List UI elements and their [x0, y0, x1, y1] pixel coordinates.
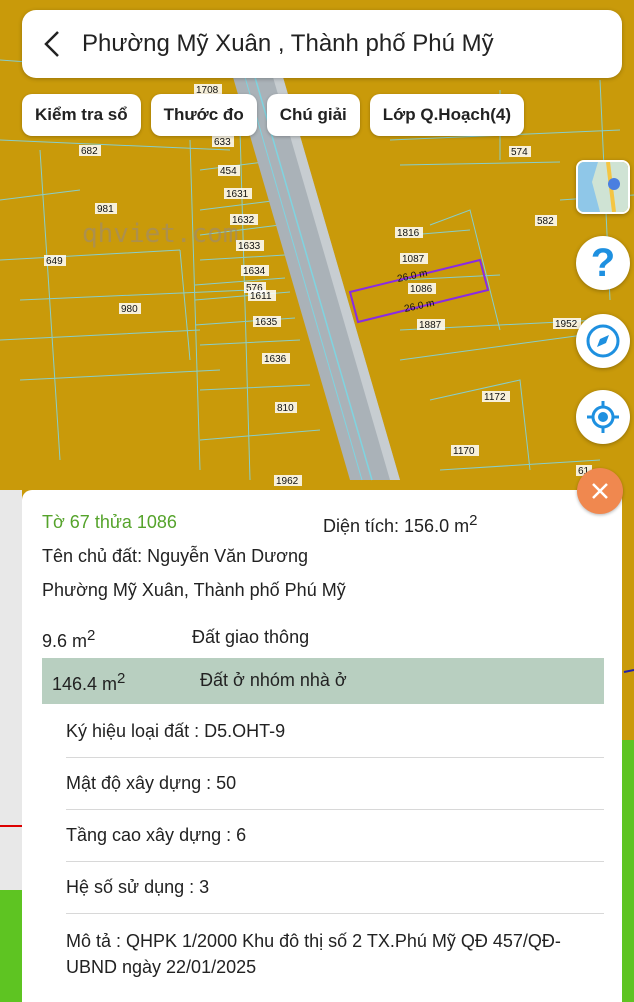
- parcel-number-label: 1633: [238, 241, 261, 252]
- parcel-number-label: 1952: [555, 319, 578, 330]
- parcel-number-label: 574: [511, 147, 528, 158]
- map-watermark: qhviet.com: [82, 219, 239, 249]
- chevron-left-icon: [44, 31, 59, 57]
- map-toolbar: Kiểm tra sổ Thước đo Chú giải Lớp Q.Hoạc…: [22, 94, 525, 136]
- parcel-number-label: 1634: [243, 266, 266, 277]
- owner-name: Tên chủ đất: Nguyễn Văn Dương: [42, 546, 309, 566]
- parcel-number-label: 1087: [402, 254, 425, 265]
- parcel-number-label: 1611: [250, 291, 272, 302]
- parcel-number-label: 1086: [410, 284, 433, 295]
- parcel-number-label: 1816: [397, 228, 420, 239]
- parcel-number-label: 1962: [276, 476, 299, 487]
- land-use-area: 9.6 m2: [42, 627, 96, 651]
- locate-button[interactable]: [576, 390, 630, 444]
- parcel-number-label: 454: [220, 166, 237, 177]
- parcel-number-label: 1635: [255, 317, 278, 328]
- land-code: Ký hiệu loại đất : D5.OHT-9: [66, 705, 604, 758]
- parcel-number-label: 1170: [453, 446, 475, 457]
- parcel-number-label: 980: [121, 304, 138, 315]
- parcel-number-label: 981: [97, 204, 114, 215]
- parcel-number-label: 1631: [226, 189, 249, 200]
- building-density: Mật độ xây dựng : 50: [66, 757, 604, 810]
- help-icon: ?: [590, 240, 616, 285]
- parcel-number-label: 633: [214, 137, 231, 148]
- help-button[interactable]: ?: [576, 236, 630, 290]
- close-icon: [592, 483, 608, 499]
- parcel-number-label: 1636: [264, 354, 287, 365]
- land-use-coefficient: Hệ số sử dụng : 3: [66, 861, 604, 914]
- parcel-area: Diện tích: 156.0 m2: [323, 512, 478, 536]
- planning-layer-button[interactable]: Lớp Q.Hoạch(4): [369, 94, 525, 136]
- page-title: Phường Mỹ Xuân , Thành phố Phú Mỹ: [82, 30, 494, 57]
- land-use-row-selected[interactable]: 146.4 m2 Đất ở nhóm nhà ở: [42, 658, 604, 704]
- compass-icon: [586, 324, 620, 358]
- compass-button[interactable]: [576, 314, 630, 368]
- parcel-address: Phường Mỹ Xuân, Thành phố Phú Mỹ: [42, 580, 346, 600]
- land-use-type: Đất ở nhóm nhà ở: [200, 670, 347, 690]
- locate-icon: [587, 401, 619, 433]
- sheet-parcel: Tờ 67 thửa 1086: [42, 512, 177, 532]
- close-button[interactable]: [577, 468, 623, 514]
- parcel-number-label: 810: [277, 403, 294, 414]
- header-bar: Phường Mỹ Xuân , Thành phố Phú Mỹ: [22, 10, 622, 78]
- parcel-info-panel: Tờ 67 thửa 1086 Diện tích: 156.0 m2 Tên …: [22, 490, 622, 1002]
- back-button[interactable]: [22, 10, 82, 78]
- layers-icon[interactable]: [576, 160, 630, 214]
- parcel-number-label: 582: [537, 216, 554, 227]
- land-use-row[interactable]: 9.6 m2 Đất giao thông: [42, 615, 604, 661]
- legend-button[interactable]: Chú giải: [266, 94, 360, 136]
- parcel-number-label: 682: [81, 146, 98, 157]
- parcel-number-label: 1887: [419, 320, 442, 331]
- land-use-type: Đất giao thông: [192, 627, 310, 647]
- planning-description: Mô tả : QHPK 1/2000 Khu đô thị số 2 TX.P…: [66, 931, 561, 977]
- parcel-number-label: 649: [46, 256, 63, 267]
- parcel-number-label: 1632: [232, 215, 255, 226]
- ruler-button[interactable]: Thước đo: [150, 94, 257, 136]
- check-certificate-button[interactable]: Kiểm tra sổ: [22, 94, 141, 136]
- parcel-number-label: 1172: [484, 392, 506, 403]
- land-use-area: 146.4 m2: [52, 670, 126, 694]
- building-height: Tầng cao xây dựng : 6: [66, 809, 604, 862]
